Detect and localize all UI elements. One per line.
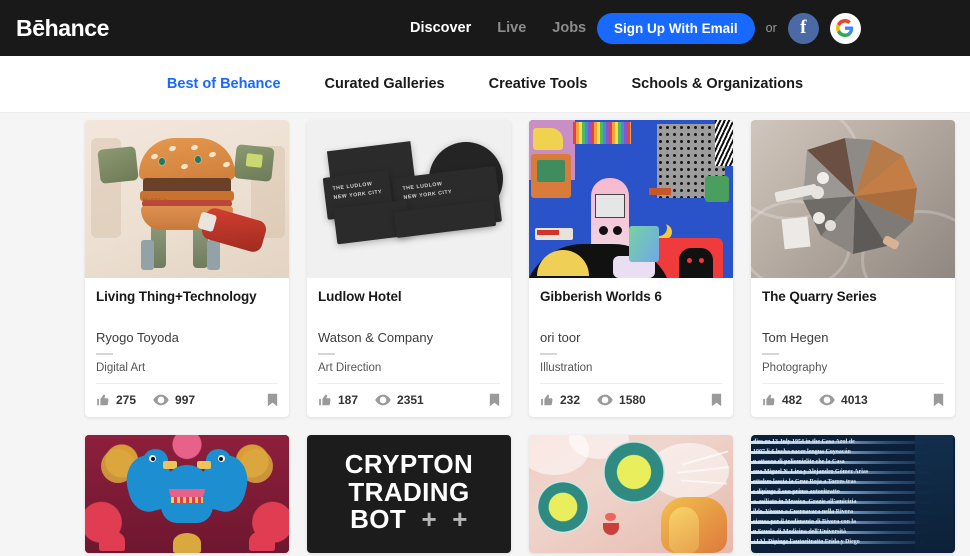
view-count: 2351 — [397, 393, 424, 407]
nav-item-discover[interactable]: Discover — [410, 20, 471, 36]
save-project-button[interactable] — [711, 393, 722, 407]
auth-group: Sign Up With Email or f — [597, 0, 861, 56]
divider — [318, 353, 335, 355]
tab-schools-organizations[interactable]: Schools & Organizations — [609, 76, 825, 92]
project-category[interactable]: Photography — [762, 362, 944, 374]
thumbnail-inner-title: CRYPTON TRADING BOT + + — [344, 449, 474, 535]
crypton-line-2: TRADING — [348, 476, 470, 507]
project-stats: 275 997 — [96, 383, 278, 417]
google-signup-button[interactable] — [829, 12, 861, 44]
secondary-nav: Best of Behance Curated Galleries Creati… — [0, 56, 970, 113]
views-stat[interactable]: 1580 — [597, 393, 646, 407]
view-count: 997 — [175, 393, 196, 407]
project-card[interactable]: McDNL's Living Thing+Technology Ryogo To… — [85, 120, 289, 417]
like-count: 232 — [560, 393, 581, 407]
views-stat[interactable]: 997 — [153, 393, 195, 407]
eye-icon — [819, 394, 835, 406]
project-owner[interactable]: Tom Hegen — [762, 330, 944, 345]
view-count: 4013 — [841, 393, 868, 407]
project-card-body: Gibberish Worlds 6 ori toor Illustration — [529, 278, 733, 374]
project-title[interactable]: The Quarry Series — [762, 289, 944, 304]
bookmark-icon — [489, 393, 500, 407]
project-thumbnail-blue-text-wall[interactable]: dies en 13 July 1954 in the Casa Azul de… — [751, 435, 955, 553]
project-thumbnail-burger-robot[interactable]: McDNL's — [85, 120, 289, 278]
project-thumbnail-quarry-aerial[interactable] — [751, 120, 955, 278]
project-card[interactable] — [529, 435, 733, 553]
thumbs-up-icon — [541, 394, 553, 406]
project-title[interactable]: Living Thing+Technology — [96, 289, 278, 304]
like-stat[interactable]: 275 — [96, 393, 136, 407]
sign-up-with-email-button[interactable]: Sign Up With Email — [597, 12, 755, 44]
project-card[interactable]: dies en 13 July 1954 in the Casa Azul de… — [751, 435, 955, 553]
project-title[interactable]: Gibberish Worlds 6 — [540, 289, 722, 304]
nav-item-live[interactable]: Live — [497, 20, 526, 36]
thumbs-up-icon — [763, 394, 775, 406]
project-grid-wrapper: McDNL's Living Thing+Technology Ryogo To… — [0, 113, 970, 553]
project-thumbnail-pastel-cat[interactable] — [529, 435, 733, 553]
project-stats: 232 1580 — [540, 383, 722, 417]
like-stat[interactable]: 187 — [318, 393, 358, 407]
project-card-body: Living Thing+Technology Ryogo Toyoda Dig… — [85, 278, 289, 374]
project-thumbnail-gibberish-worlds[interactable] — [529, 120, 733, 278]
eye-icon — [153, 394, 169, 406]
project-card[interactable]: CRYPTON TRADING BOT + + — [307, 435, 511, 553]
bookmark-icon — [711, 393, 722, 407]
project-owner[interactable]: Watson & Company — [318, 330, 500, 345]
tab-best-of-behance[interactable]: Best of Behance — [145, 76, 303, 92]
primary-nav: Discover Live Jobs — [410, 0, 586, 56]
project-card-body: The Quarry Series Tom Hegen Photography — [751, 278, 955, 374]
save-project-button[interactable] — [933, 393, 944, 407]
project-owner[interactable]: Ryogo Toyoda — [96, 330, 278, 345]
like-stat[interactable]: 232 — [540, 393, 580, 407]
crypton-line-3: BOT — [350, 504, 407, 535]
save-project-button[interactable] — [267, 393, 278, 407]
like-stat[interactable]: 482 — [762, 393, 802, 407]
bookmark-icon — [267, 393, 278, 407]
project-card[interactable]: THE LUDLOW THE LUDLOWNEW YORK CITY THE L… — [307, 120, 511, 417]
view-count: 1580 — [619, 393, 646, 407]
nav-item-jobs[interactable]: Jobs — [552, 20, 586, 36]
google-icon — [836, 19, 854, 37]
project-thumbnail-crypton-trading-bot[interactable]: CRYPTON TRADING BOT + + — [307, 435, 511, 553]
project-card[interactable]: The Quarry Series Tom Hegen Photography … — [751, 120, 955, 417]
thumbs-up-icon — [319, 394, 331, 406]
project-card[interactable] — [85, 435, 289, 553]
crypton-line-1: CRYPTON — [344, 449, 474, 479]
bookmark-icon — [933, 393, 944, 407]
eye-icon — [375, 394, 391, 406]
divider — [540, 353, 557, 355]
like-count: 187 — [338, 393, 359, 407]
top-header-bar: Bēhance Discover Live Jobs Sign Up With … — [0, 0, 970, 56]
behance-logo[interactable]: Bēhance — [16, 15, 109, 42]
project-card[interactable]: Gibberish Worlds 6 ori toor Illustration… — [529, 120, 733, 417]
project-stats: 482 4013 — [762, 383, 944, 417]
project-thumbnail-ludlow-stationery[interactable]: THE LUDLOW THE LUDLOWNEW YORK CITY THE L… — [307, 120, 511, 278]
project-category[interactable]: Illustration — [540, 362, 722, 374]
project-card-body: Ludlow Hotel Watson & Company Art Direct… — [307, 278, 511, 374]
project-thumbnail-ornate-birds[interactable] — [85, 435, 289, 553]
project-owner[interactable]: ori toor — [540, 330, 722, 345]
views-stat[interactable]: 2351 — [375, 393, 424, 407]
project-category[interactable]: Digital Art — [96, 362, 278, 374]
facebook-signup-button[interactable]: f — [787, 12, 819, 44]
project-stats: 187 2351 — [318, 383, 500, 417]
eye-icon — [597, 394, 613, 406]
divider — [762, 353, 779, 355]
like-count: 482 — [782, 393, 803, 407]
facebook-icon: f — [800, 17, 807, 38]
save-project-button[interactable] — [489, 393, 500, 407]
views-stat[interactable]: 4013 — [819, 393, 868, 407]
divider — [96, 353, 113, 355]
project-title[interactable]: Ludlow Hotel — [318, 289, 500, 304]
project-category[interactable]: Art Direction — [318, 362, 500, 374]
tab-curated-galleries[interactable]: Curated Galleries — [303, 76, 467, 92]
like-count: 275 — [116, 393, 137, 407]
project-grid: McDNL's Living Thing+Technology Ryogo To… — [85, 120, 970, 553]
or-separator-label: or — [765, 21, 777, 35]
thumbnail-inner-label: McDNL's — [143, 198, 168, 204]
tab-creative-tools[interactable]: Creative Tools — [467, 76, 610, 92]
thumbs-up-icon — [97, 394, 109, 406]
